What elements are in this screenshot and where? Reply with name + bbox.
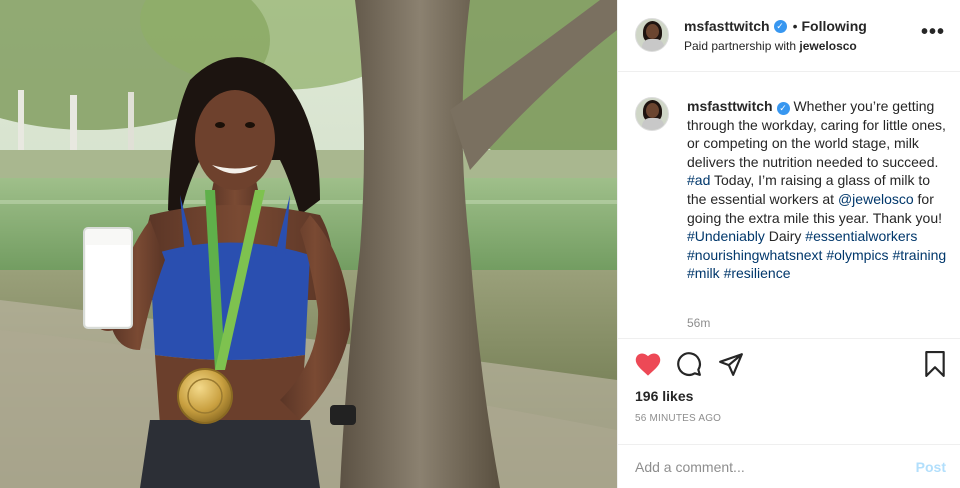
caption-body: Whether you’re getting through the workd… bbox=[687, 98, 946, 281]
following-button[interactable]: Following bbox=[801, 18, 866, 34]
post-comment-button[interactable]: Post bbox=[916, 459, 946, 475]
post-panel: msfasttwitch ✓ • Following Paid partners… bbox=[617, 0, 960, 488]
photo-image bbox=[0, 0, 617, 488]
heart-icon[interactable] bbox=[634, 351, 662, 382]
likes-count[interactable]: 196 likes bbox=[635, 388, 693, 404]
caption-link[interactable]: #milk bbox=[687, 265, 720, 281]
username-link[interactable]: msfasttwitch bbox=[684, 18, 770, 34]
comment-icon[interactable] bbox=[676, 351, 702, 382]
caption-username-link[interactable]: msfasttwitch bbox=[687, 98, 773, 114]
caption-link[interactable]: #nourishingwhatsnext bbox=[687, 247, 822, 263]
caption-link[interactable]: #olympics bbox=[826, 247, 888, 263]
caption-time: 56m bbox=[687, 316, 711, 330]
bookmark-icon[interactable] bbox=[923, 351, 947, 382]
caption-link[interactable]: #essentialworkers bbox=[805, 228, 917, 244]
caption-link[interactable]: #resilience bbox=[724, 265, 791, 281]
header-user-row: msfasttwitch ✓ • Following bbox=[684, 17, 867, 35]
post-timestamp[interactable]: 56 MINUTES AGO bbox=[635, 413, 721, 424]
caption-verified-badge-icon: ✓ bbox=[776, 102, 790, 115]
paid-partnership-prefix: Paid partnership with bbox=[684, 39, 800, 53]
caption-avatar[interactable] bbox=[635, 97, 669, 131]
caption-segment: Dairy bbox=[764, 228, 806, 245]
caption-section: msfasttwitch ✓ Whether you’re getting thr… bbox=[618, 73, 960, 339]
separator-dot: • bbox=[792, 18, 798, 34]
action-bar bbox=[618, 345, 960, 385]
post-header: msfasttwitch ✓ • Following Paid partners… bbox=[618, 0, 960, 72]
more-options-icon[interactable]: ••• bbox=[921, 22, 945, 42]
comment-input[interactable]: Add a comment... bbox=[635, 459, 745, 475]
post-photo[interactable] bbox=[0, 0, 617, 488]
caption-text: msfasttwitch ✓ Whether you’re getting thr… bbox=[687, 97, 949, 283]
caption-link[interactable]: #ad bbox=[687, 172, 710, 188]
verified-badge-icon: ✓ bbox=[773, 19, 787, 33]
avatar[interactable] bbox=[635, 18, 669, 52]
share-icon[interactable] bbox=[718, 351, 744, 382]
caption-link[interactable]: #Undeniably bbox=[687, 228, 765, 244]
comment-box: Add a comment... Post bbox=[618, 444, 960, 488]
caption-link[interactable]: @jewelosco bbox=[838, 191, 914, 207]
paid-partnership-label: Paid partnership with jewelosco bbox=[684, 39, 857, 53]
caption-link[interactable]: #training bbox=[892, 247, 946, 263]
partner-link[interactable]: jewelosco bbox=[799, 39, 856, 53]
